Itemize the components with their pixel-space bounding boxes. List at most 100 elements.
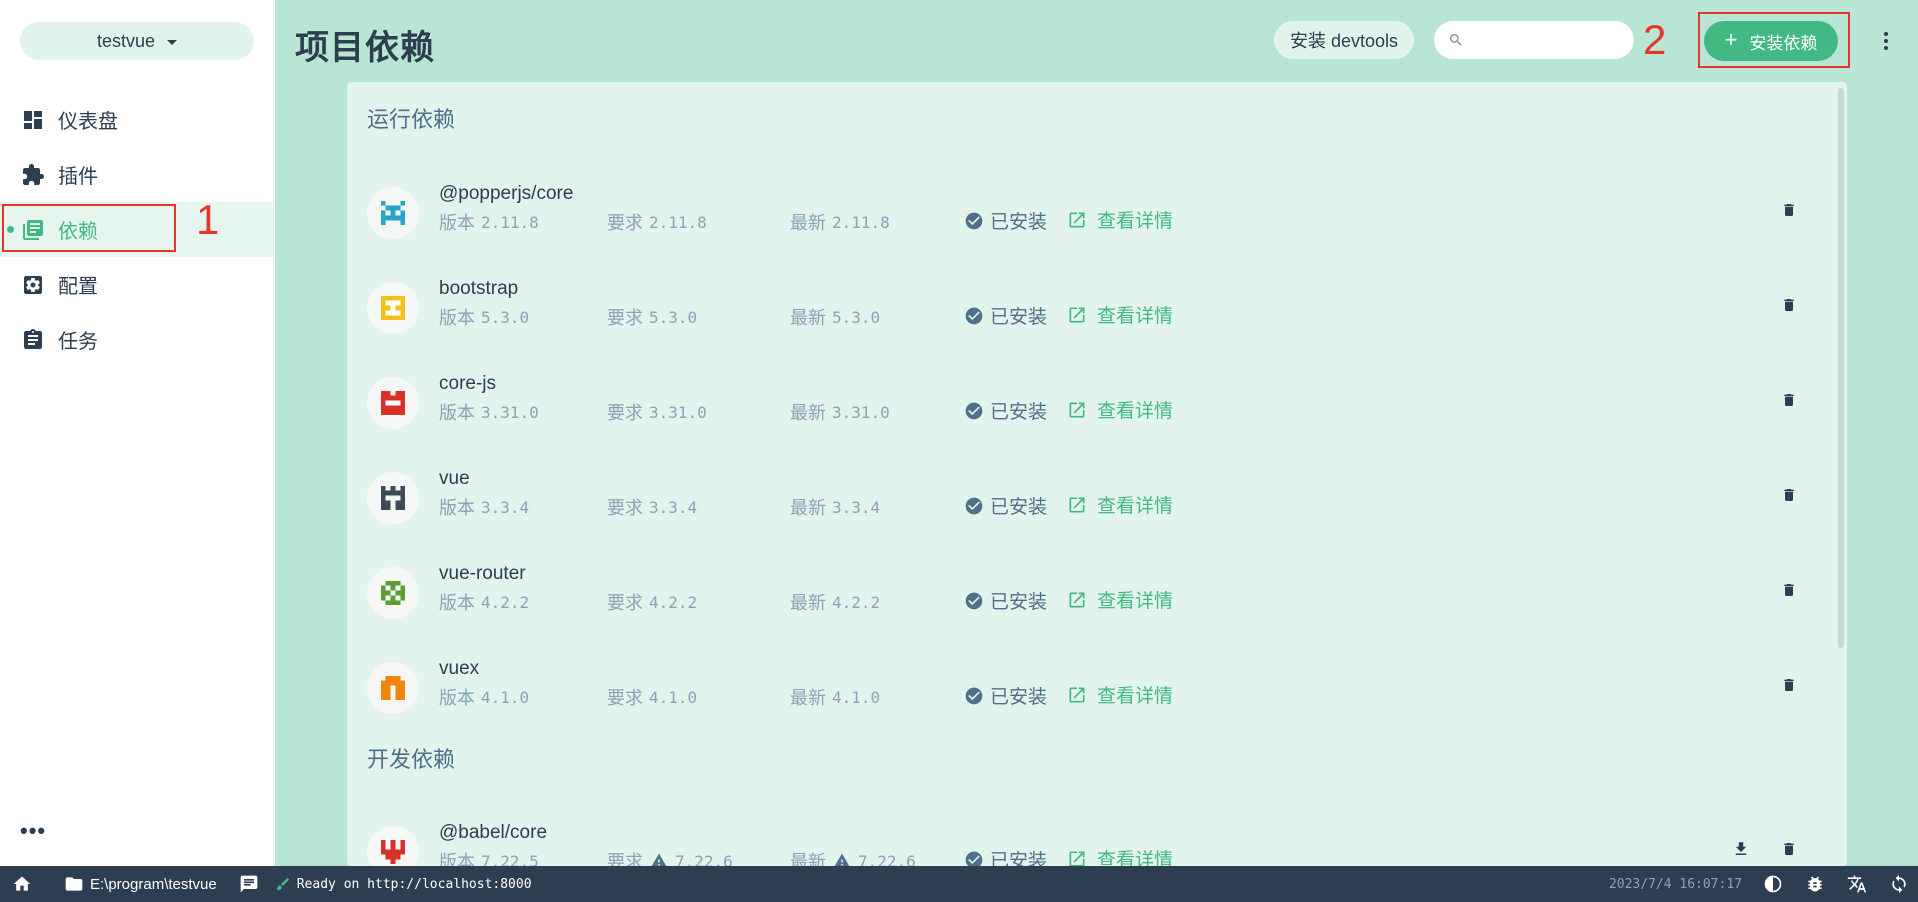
dependency-name: core-js bbox=[439, 373, 497, 394]
dependency-row: @babel/core 版本 7.22.5 要求 7.22.6 最新 7.22.6… bbox=[347, 808, 1837, 866]
search-input[interactable] bbox=[1474, 31, 1624, 49]
dependency-name: @popperjs/core bbox=[439, 183, 574, 204]
search-icon bbox=[1450, 34, 1462, 46]
view-details-link[interactable]: 查看详情 bbox=[1067, 206, 1173, 233]
sidebar-item-label: 任务 bbox=[58, 331, 98, 353]
home-icon[interactable] bbox=[0, 866, 40, 902]
console-log-icon[interactable] bbox=[231, 866, 267, 902]
plus-icon: + bbox=[1724, 27, 1738, 52]
dependency-avatar bbox=[367, 187, 419, 239]
sidebar-item-tasks[interactable]: 任务 bbox=[0, 312, 274, 367]
dependency-row: bootstrap 版本 5.3.0 要求 5.3.0 最新 5.3.0 已安装 查看… bbox=[347, 264, 1837, 359]
scrollbar[interactable] bbox=[1838, 88, 1844, 648]
installed-status: 已安装 bbox=[964, 587, 1047, 614]
search-box[interactable] bbox=[1434, 21, 1634, 59]
library-icon bbox=[20, 217, 46, 243]
dependency-version: 版本 4.2.2 bbox=[439, 592, 530, 614]
dependency-version: 版本 7.22.5 bbox=[439, 851, 539, 867]
warning-icon bbox=[651, 853, 667, 866]
sidebar-item-dashboard[interactable]: 仪表盘 bbox=[0, 92, 274, 147]
check-circle-icon bbox=[965, 307, 983, 324]
dependency-avatar bbox=[367, 377, 419, 429]
project-selector[interactable]: testvue bbox=[20, 22, 254, 60]
install-dependency-button[interactable]: + 安装依赖 bbox=[1704, 21, 1838, 61]
brush-icon bbox=[276, 877, 289, 890]
annotation-number-2: 2 bbox=[1643, 16, 1667, 63]
dependency-version: 版本 5.3.0 bbox=[439, 307, 530, 329]
installed-status: 已安装 bbox=[964, 682, 1047, 709]
installed-status: 已安装 bbox=[964, 492, 1047, 519]
delete-icon[interactable] bbox=[1777, 197, 1801, 223]
more-vertical-icon[interactable] bbox=[1876, 28, 1896, 54]
clipboard-icon bbox=[20, 327, 46, 353]
main-area: 项目依赖 安装 devtools 2 + 安装依赖 运行依赖 @popperjs… bbox=[275, 0, 1918, 866]
warning-icon bbox=[834, 853, 850, 866]
check-circle-icon bbox=[965, 497, 983, 514]
sidebar-item-dependencies[interactable]: 依赖 bbox=[0, 202, 274, 257]
dependency-name: bootstrap bbox=[439, 278, 519, 299]
installed-status: 已安装 bbox=[964, 302, 1047, 329]
puzzle-icon bbox=[20, 162, 46, 188]
delete-icon[interactable] bbox=[1777, 836, 1801, 862]
dependencies-panel: 运行依赖 @popperjs/core 版本 2.11.8 要求 2.11.8 最新… bbox=[347, 82, 1847, 866]
view-details-link[interactable]: 查看详情 bbox=[1067, 396, 1173, 423]
check-circle-icon bbox=[965, 851, 983, 866]
dependency-name: vue-router bbox=[439, 563, 526, 584]
open-in-new-icon bbox=[1069, 402, 1085, 417]
bug-icon[interactable] bbox=[1804, 873, 1826, 895]
dependency-required: 要求 5.3.0 bbox=[607, 307, 698, 329]
check-circle-icon bbox=[965, 212, 983, 229]
view-details-link[interactable]: 查看详情 bbox=[1067, 491, 1173, 518]
delete-icon[interactable] bbox=[1777, 672, 1801, 698]
delete-icon[interactable] bbox=[1777, 577, 1801, 603]
sidebar: testvue 仪表盘 插件 依赖 配置 任务 ••• bbox=[0, 0, 274, 866]
download-icon[interactable] bbox=[1729, 836, 1753, 862]
more-horizontal-icon[interactable]: ••• bbox=[20, 818, 46, 844]
open-in-new-icon bbox=[1069, 307, 1085, 322]
status-time: 2023/7/4 16:07:17 bbox=[1608, 876, 1742, 892]
dependency-required: 要求 3.31.0 bbox=[607, 402, 707, 424]
open-in-new-icon bbox=[1069, 851, 1085, 866]
dependency-version: 版本 3.31.0 bbox=[439, 402, 539, 424]
dependency-required: 要求 4.1.0 bbox=[607, 687, 698, 709]
check-circle-icon bbox=[965, 402, 983, 419]
sidebar-item-plugins[interactable]: 插件 bbox=[0, 147, 274, 202]
open-in-new-icon bbox=[1069, 212, 1085, 227]
installed-status: 已安装 bbox=[964, 397, 1047, 424]
view-details-link[interactable]: 查看详情 bbox=[1067, 301, 1173, 328]
view-details-link[interactable]: 查看详情 bbox=[1067, 845, 1173, 866]
annotation-number-1: 1 bbox=[196, 196, 220, 243]
sidebar-item-config[interactable]: 配置 bbox=[0, 257, 274, 312]
dependency-avatar bbox=[367, 826, 419, 866]
section-title-dev: 开发依赖 bbox=[367, 747, 456, 772]
status-bar-actions bbox=[1762, 866, 1910, 902]
project-name: testvue bbox=[96, 30, 156, 51]
dependency-avatar bbox=[367, 567, 419, 619]
install-devtools-button[interactable]: 安装 devtools bbox=[1274, 21, 1414, 59]
dependency-required: 要求 3.3.4 bbox=[607, 497, 698, 519]
delete-icon[interactable] bbox=[1777, 292, 1801, 318]
installed-status: 已安装 bbox=[964, 207, 1047, 234]
dependency-latest: 最新 5.3.0 bbox=[790, 307, 881, 329]
folder-icon bbox=[65, 877, 83, 891]
sidebar-item-label: 插件 bbox=[58, 166, 98, 188]
refresh-icon[interactable] bbox=[1888, 873, 1910, 895]
dark-mode-icon[interactable] bbox=[1762, 873, 1784, 895]
sidebar-nav: 仪表盘 插件 依赖 配置 任务 bbox=[0, 92, 274, 367]
project-path[interactable]: E:\program\testvue bbox=[56, 866, 225, 902]
translate-icon[interactable] bbox=[1846, 873, 1868, 895]
dashboard-icon bbox=[20, 107, 46, 133]
delete-icon[interactable] bbox=[1777, 482, 1801, 508]
dependency-avatar bbox=[367, 662, 419, 714]
status-bar: E:\program\testvue Ready on http://local… bbox=[0, 866, 1918, 902]
dependency-required: 要求 2.11.8 bbox=[607, 212, 707, 234]
dependency-row: vue 版本 3.3.4 要求 3.3.4 最新 3.3.4 已安装 查看详情 bbox=[347, 454, 1837, 549]
caret-down-icon bbox=[167, 39, 178, 45]
installed-status: 已安装 bbox=[964, 846, 1047, 866]
dependency-latest: 最新 4.1.0 bbox=[790, 687, 881, 709]
view-details-link[interactable]: 查看详情 bbox=[1067, 586, 1173, 613]
dependency-required: 要求 7.22.6 bbox=[607, 848, 733, 866]
view-details-link[interactable]: 查看详情 bbox=[1067, 681, 1173, 708]
dependency-row: vuex 版本 4.1.0 要求 4.1.0 最新 4.1.0 已安装 查看详情 bbox=[347, 644, 1837, 739]
delete-icon[interactable] bbox=[1777, 387, 1801, 413]
